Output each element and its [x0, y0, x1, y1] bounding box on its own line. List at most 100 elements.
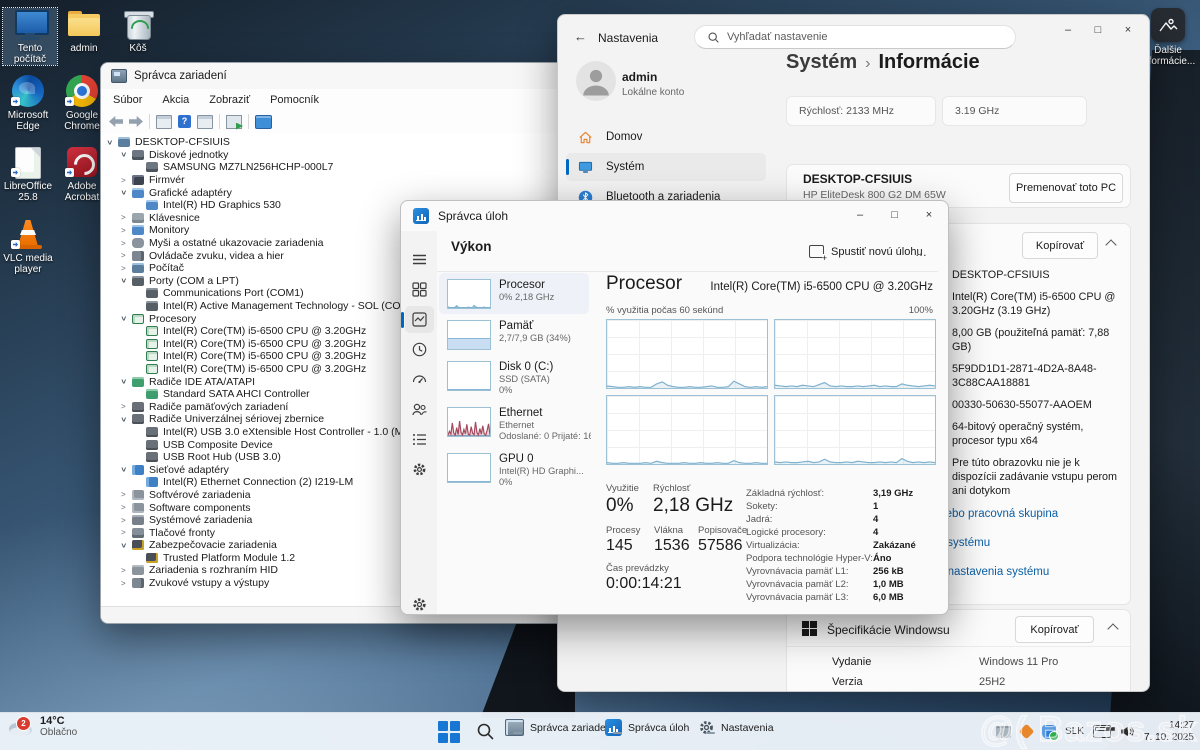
desktop-icon-admin-folder[interactable]: admin: [57, 8, 111, 54]
back-arrow-icon[interactable]: [109, 116, 123, 127]
language-indicator[interactable]: SLK: [1065, 726, 1084, 737]
perf-list-item[interactable]: Procesor 0% 2,18 GHz: [439, 273, 589, 314]
run-new-task-button[interactable]: Spustiť novú úlohu: [809, 245, 923, 258]
services-icon[interactable]: [411, 461, 428, 478]
properties-icon[interactable]: [197, 115, 213, 129]
hamburger-menu-icon[interactable]: [411, 251, 428, 268]
spec-value: 5F9DD1D1-2871-4D2A-8A48-3C88CAA18881: [952, 362, 1120, 390]
perf-list-item[interactable]: GPU 0 Intel(R) HD Graphi... 0%: [439, 447, 589, 493]
menu-file[interactable]: Súbor: [113, 94, 142, 106]
forward-arrow-icon[interactable]: [129, 116, 143, 127]
perf-list-item[interactable]: Ethernet Ethernet Odoslané: 0 Prijaté: 1…: [439, 401, 589, 447]
device-type-icon: [132, 414, 144, 424]
taskbar-app-device-manager[interactable]: Správca zariadení: [505, 719, 615, 736]
collapse-chevron-icon[interactable]: [1105, 239, 1116, 250]
breadcrumb-parent[interactable]: Systém: [786, 51, 857, 73]
weather-widget[interactable]: 2 14°C Oblačno: [6, 715, 77, 738]
taskbar-app-settings[interactable]: Nastavenia: [698, 719, 774, 736]
copy-button[interactable]: Kopírovať: [1022, 232, 1098, 259]
users-icon[interactable]: [411, 401, 428, 418]
handles-value: 57586: [698, 537, 743, 555]
tree-expander-icon[interactable]: [121, 150, 132, 159]
tree-expander-icon[interactable]: [121, 490, 132, 499]
taskbar-app-task-manager[interactable]: Správca úloh: [605, 719, 689, 736]
desktop-icon-libreoffice[interactable]: LibreOffice 25.8: [1, 146, 55, 203]
menu-help[interactable]: Pomocník: [270, 94, 319, 106]
settings-gear-icon[interactable]: [411, 596, 428, 613]
device-label: Tlačové fronty: [149, 527, 215, 539]
tree-expander-icon[interactable]: [107, 138, 118, 147]
desktop-icon-vlc[interactable]: VLC media player: [1, 218, 55, 275]
tree-expander-icon[interactable]: [121, 276, 132, 285]
tree-expander-icon[interactable]: [121, 377, 132, 386]
volume-icon[interactable]: [1120, 725, 1135, 738]
tree-indent: [107, 557, 135, 558]
start-button[interactable]: [437, 720, 461, 744]
tray-security-check-icon[interactable]: [1042, 725, 1056, 739]
tree-expander-icon[interactable]: [121, 314, 132, 323]
back-button[interactable]: ←: [574, 29, 587, 44]
tree-expander-icon[interactable]: [121, 503, 132, 512]
tree-expander-icon[interactable]: [121, 528, 132, 537]
processes-icon[interactable]: [411, 281, 428, 298]
scan-hardware-changes-icon[interactable]: [226, 115, 242, 129]
copy-button[interactable]: Kopírovať: [1015, 616, 1094, 643]
device-type-icon: [132, 490, 144, 500]
close-button[interactable]: ×: [1113, 19, 1143, 41]
perf-list-item[interactable]: Pamäť 2,7/7,9 GB (34%): [439, 314, 589, 355]
tree-expander-icon[interactable]: [121, 188, 132, 197]
device-label: Intel(R) Core(TM) i5-6500 CPU @ 3.20GHz: [163, 325, 366, 337]
sidebar-item-system[interactable]: Systém: [566, 153, 766, 181]
tree-expander-icon[interactable]: [121, 579, 132, 588]
maximize-button[interactable]: □: [880, 204, 910, 226]
tree-expander-icon[interactable]: [121, 264, 132, 273]
tree-expander-icon[interactable]: [121, 516, 132, 525]
app-history-icon[interactable]: [411, 341, 428, 358]
libreoffice-icon: [10, 146, 46, 178]
tray-device-icon[interactable]: [996, 726, 1011, 738]
sidebar-item-home[interactable]: Domov: [566, 123, 766, 151]
touch-keyboard-icon[interactable]: [1093, 725, 1111, 738]
settings-search-input[interactable]: Vyhľadať nastavenie: [694, 25, 1016, 49]
device-manager-app-icon: [111, 69, 127, 83]
tree-expander-icon[interactable]: [121, 566, 132, 575]
minimize-button[interactable]: –: [1053, 19, 1083, 41]
tree-expander-icon[interactable]: [121, 213, 132, 222]
close-button[interactable]: ×: [914, 204, 944, 226]
maximize-button[interactable]: □: [1083, 19, 1113, 41]
menu-action[interactable]: Akcia: [162, 94, 189, 106]
tree-expander-icon[interactable]: [121, 402, 132, 411]
tree-expander-icon[interactable]: [121, 239, 132, 248]
edge-icon: [10, 75, 46, 107]
help-icon[interactable]: ?: [178, 115, 191, 128]
perf-list-item[interactable]: Disk 0 (C:) SSD (SATA) 0%: [439, 355, 589, 401]
show-console-tree-icon[interactable]: [156, 115, 172, 129]
desktop-icon-recycle-bin[interactable]: Kôš: [111, 8, 165, 54]
monitor-icon[interactable]: [255, 115, 272, 129]
tree-expander-icon[interactable]: [121, 251, 132, 260]
startup-apps-icon[interactable]: [411, 371, 428, 388]
taskbar-search-icon[interactable]: [476, 722, 495, 741]
tree-expander-icon[interactable]: [121, 465, 132, 474]
performance-icon[interactable]: [411, 311, 428, 328]
tray-orange-app-icon[interactable]: [1019, 724, 1035, 740]
details-icon[interactable]: [411, 431, 428, 448]
tree-expander-icon[interactable]: [121, 226, 132, 235]
desktop-icon-this-pc[interactable]: Tento počítač: [3, 8, 57, 65]
more-options-button[interactable]: …: [915, 245, 928, 259]
device-label: Intel(R) Active Management Technology - …: [163, 300, 419, 312]
tree-expander-icon[interactable]: [121, 541, 132, 550]
device-label: Radiče Univerzálnej sériovej zbernice: [149, 413, 324, 425]
threads-label: Vlákna: [654, 525, 683, 536]
collapse-chevron-icon[interactable]: [1107, 623, 1118, 634]
minimize-button[interactable]: –: [845, 204, 875, 226]
tree-expander-icon[interactable]: [121, 176, 132, 185]
device-label: Radiče IDE ATA/ATAPI: [149, 376, 255, 388]
clock[interactable]: 14:27 7. 10. 2025: [1144, 720, 1194, 744]
tree-expander-icon[interactable]: [121, 415, 132, 424]
desktop-icon-edge[interactable]: Microsoft Edge: [1, 75, 55, 132]
rename-pc-button[interactable]: Premenovať toto PC: [1009, 173, 1123, 203]
detail-value: Zakázané: [873, 540, 916, 551]
menu-view[interactable]: Zobraziť: [209, 94, 250, 106]
avatar[interactable]: [576, 61, 616, 106]
